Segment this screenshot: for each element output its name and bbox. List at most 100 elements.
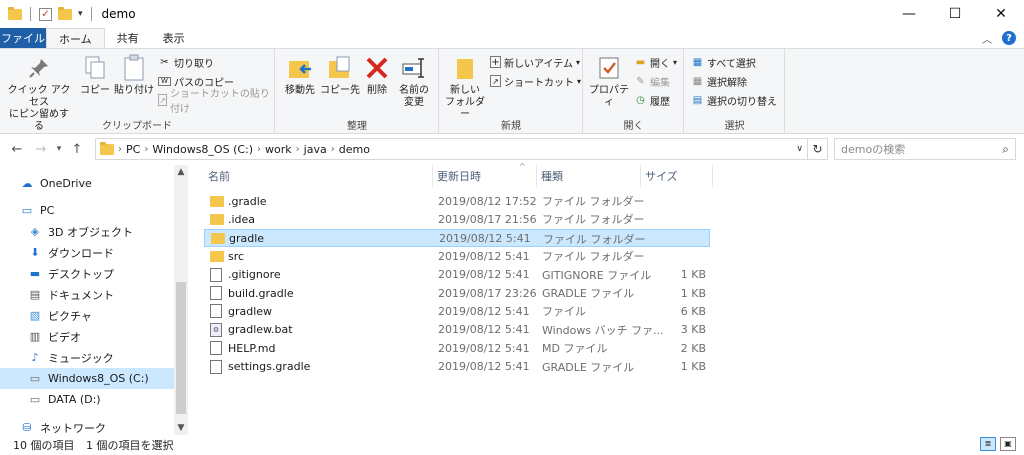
breadcrumb-java[interactable]: java	[304, 143, 327, 156]
new-item-label: 新しいアイテム	[504, 58, 573, 70]
file-name: src	[228, 249, 245, 263]
paste-shortcut-label: ショートカットの貼り付け	[169, 89, 270, 115]
copy-label: コピー	[80, 85, 110, 96]
file-row[interactable]: .gradle 2019/08/12 17:52 ファイル フォルダー	[204, 192, 710, 210]
column-header-name[interactable]: 名前	[204, 165, 433, 187]
address-bar[interactable]: › PC › Windows8_OS (C:) › work › java › …	[95, 138, 808, 160]
file-row[interactable]: .gitignore 2019/08/12 5:41 GITIGNORE ファイル 1…	[204, 266, 710, 284]
nav-item[interactable]: ◈ 3D オブジェクト	[0, 221, 174, 242]
recent-locations-chevron-icon[interactable]: ▾	[50, 144, 68, 154]
tab-file[interactable]: ファイル	[0, 28, 46, 48]
computer-icon: ▭	[21, 204, 33, 217]
new-group-label: 新規	[501, 121, 521, 132]
file-row[interactable]: gradlew 2019/08/12 5:41 ファイル 6 KB	[204, 302, 710, 320]
edit-button[interactable]: ✎ 編集	[634, 72, 670, 90]
column-header-date[interactable]: 更新日時	[433, 165, 537, 187]
file-row[interactable]: ⚙ gradlew.bat 2019/08/12 5:41 Windows バッチ フ…	[204, 321, 710, 339]
pin-icon	[23, 53, 55, 83]
open-button[interactable]: ▬ 開く ▾	[634, 53, 677, 71]
tab-share[interactable]: 共有	[105, 28, 151, 48]
new-folder-qat-icon[interactable]	[58, 6, 72, 20]
cut-button[interactable]: ✂ 切り取り	[158, 53, 214, 71]
quick-access-toolbar: ✓ ▾ demo	[0, 0, 136, 28]
file-size: 2 KB	[680, 341, 706, 355]
paste-button[interactable]: 貼り付け	[114, 53, 154, 97]
file-row[interactable]: build.gradle 2019/08/17 23:26 GRADLE ファイル 1…	[204, 284, 710, 302]
move-to-button[interactable]: 移動先	[282, 53, 318, 97]
move-to-icon	[284, 53, 316, 83]
file-icon	[210, 341, 222, 356]
large-icons-view-icon[interactable]: ▣	[1000, 437, 1016, 451]
paste-shortcut-button[interactable]: ↗ ショートカットの貼り付け	[158, 89, 274, 115]
new-folder-button[interactable]: 新しい フォルダー	[444, 53, 486, 121]
file-name-cell: gradlew	[210, 302, 272, 320]
file-row[interactable]: settings.gradle 2019/08/12 5:41 GRADLE ファイ…	[204, 358, 710, 376]
details-view-icon[interactable]: ≣	[980, 437, 996, 451]
nav-item[interactable]: ▬ デスクトップ	[0, 263, 174, 284]
copy-to-button[interactable]: コピー先	[320, 53, 360, 97]
delete-button[interactable]: 削除	[362, 53, 392, 97]
file-date: 2019/08/12 5:41	[438, 323, 530, 337]
new-item-icon: +	[490, 56, 501, 68]
minimize-button[interactable]: —	[886, 0, 932, 28]
file-size: 1 KB	[680, 360, 706, 374]
nav-item[interactable]: ☁ OneDrive	[0, 173, 174, 194]
invert-selection-button[interactable]: ▤ 選択の切り替え	[691, 91, 777, 109]
column-header-type[interactable]: 種類	[537, 165, 641, 187]
file-type: GRADLE ファイル	[542, 360, 635, 374]
nav-item[interactable]: ▧ ピクチャ	[0, 305, 174, 326]
tab-view[interactable]: 表示	[151, 28, 197, 48]
back-arrow-icon[interactable]: ←	[8, 142, 26, 157]
forward-arrow-icon[interactable]: →	[32, 142, 50, 157]
document-icon: ▤	[29, 288, 41, 301]
refresh-icon[interactable]: ↻	[808, 138, 828, 160]
properties-qat-icon[interactable]: ✓	[39, 7, 52, 21]
open-group: プロパティ ▬ 開く ▾ ✎ 編集 ◷ 履歴 開く	[584, 49, 684, 134]
up-arrow-icon[interactable]: ↑	[68, 142, 86, 157]
scroll-up-icon[interactable]: ▲	[174, 167, 188, 177]
scroll-down-icon[interactable]: ▼	[174, 423, 188, 433]
file-icon	[210, 286, 222, 300]
nav-scrollbar[interactable]: ▲ ▼	[174, 165, 188, 435]
properties-button[interactable]: プロパティ	[586, 53, 632, 109]
file-row[interactable]: HELP.md 2019/08/12 5:41 MD ファイル 2 KB	[204, 339, 710, 357]
rename-button[interactable]: 名前の 変更	[396, 53, 432, 109]
breadcrumb-drive[interactable]: Windows8_OS (C:)	[152, 143, 253, 156]
help-icon[interactable]: ?	[1002, 31, 1016, 45]
copy-button[interactable]: コピー	[78, 53, 112, 97]
select-none-button[interactable]: ▦ 選択解除	[691, 72, 747, 90]
history-button[interactable]: ◷ 履歴	[634, 91, 670, 109]
rename-label-line1: 名前の	[399, 85, 429, 96]
nav-item[interactable]: ▥ ビデオ	[0, 326, 174, 347]
file-name-cell: gradle	[211, 230, 264, 248]
new-item-button[interactable]: + 新しいアイテム ▾	[490, 53, 580, 71]
maximize-button[interactable]: ☐	[932, 0, 978, 28]
file-row[interactable]: .idea 2019/08/17 21:56 ファイル フォルダー	[204, 210, 710, 228]
column-header-size[interactable]: サイズ	[641, 165, 713, 187]
tab-home[interactable]: ホーム	[46, 28, 105, 48]
address-history-chevron-icon[interactable]: ∨	[796, 144, 803, 154]
easy-access-button[interactable]: ↗ ショートカット ▾	[490, 72, 581, 90]
ribbon: クイック アクセス にピン留めする コピー 貼り付け ✂ 切り取り W パスのコ…	[0, 48, 1024, 134]
file-row[interactable]: src 2019/08/12 5:41 ファイル フォルダー	[204, 247, 710, 265]
nav-item[interactable]: ⬇ ダウンロード	[0, 242, 174, 263]
breadcrumb-demo[interactable]: demo	[339, 143, 370, 156]
scrollbar-thumb[interactable]	[176, 282, 186, 414]
nav-item[interactable]: ▤ ドキュメント	[0, 284, 174, 305]
cube-icon: ◈	[30, 225, 40, 238]
ribbon-tabs: ファイル ホーム 共有 表示 ︿ ?	[0, 28, 1024, 48]
nav-item[interactable]: ▭ DATA (D:)	[0, 389, 174, 410]
nav-item[interactable]: ▭ Windows8_OS (C:)	[0, 368, 174, 389]
copy-to-icon	[324, 53, 356, 83]
nav-item[interactable]: ♪ ミュージック	[0, 347, 174, 368]
file-row[interactable]: gradle 2019/08/12 5:41 ファイル フォルダー	[204, 228, 710, 248]
breadcrumb-pc[interactable]: PC	[126, 143, 140, 156]
close-button[interactable]: ✕	[978, 0, 1024, 28]
select-all-button[interactable]: ▦ すべて選択	[691, 53, 756, 71]
nav-item[interactable]: ▭ PC	[0, 200, 174, 221]
breadcrumb-work[interactable]: work	[265, 143, 292, 156]
folder-icon	[210, 213, 224, 225]
search-input[interactable]: demoの検索 ⌕	[834, 138, 1016, 160]
customize-qat-chevron-icon[interactable]: ▾	[78, 9, 83, 19]
ribbon-collapse-chevron-icon[interactable]: ︿	[982, 31, 992, 46]
